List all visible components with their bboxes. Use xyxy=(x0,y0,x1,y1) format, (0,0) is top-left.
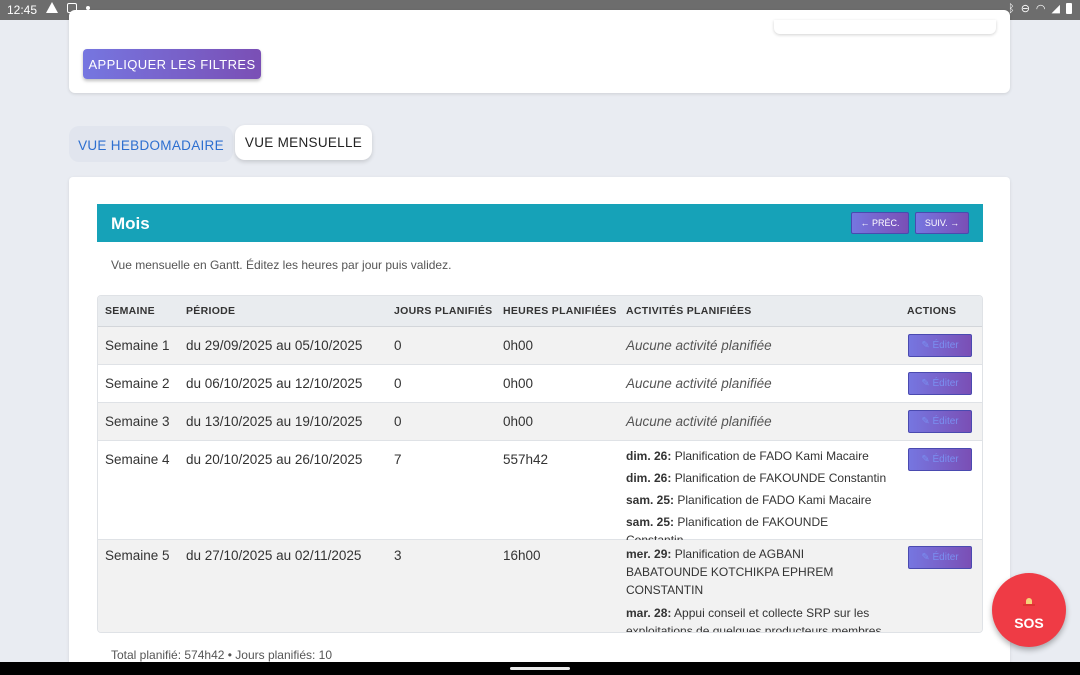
navigation-bar xyxy=(0,662,1080,675)
sos-button[interactable]: SOS xyxy=(992,573,1066,647)
home-handle[interactable] xyxy=(510,667,570,670)
next-month-button[interactable]: SUIV. → xyxy=(915,212,969,234)
cell-days: 3 xyxy=(394,548,402,563)
siren-icon xyxy=(1023,596,1035,606)
activity-list: mer. 29: Planification de AGBANI BABATOU… xyxy=(626,545,888,633)
table-header: SEMAINE PÉRIODE JOURS PLANIFIÉS HEURES P… xyxy=(98,296,982,327)
tab-weekly[interactable]: VUE HEBDOMADAIRE xyxy=(69,126,233,162)
table-row: Semaine 4 du 20/10/2025 au 26/10/2025 7 … xyxy=(98,441,982,547)
header-period: PÉRIODE xyxy=(186,305,236,317)
activity-item: dim. 26: Planification de FADO Kami Maca… xyxy=(626,449,869,463)
cell-hours: 0h00 xyxy=(503,338,534,353)
header-hours: HEURES PLANIFIÉES xyxy=(503,305,617,317)
filter-card: APPLIQUER LES FILTRES xyxy=(69,10,1010,93)
activity-list: dim. 26: Planification de FADO Kami Maca… xyxy=(626,447,888,547)
edit-button[interactable]: ✎ Éditer xyxy=(908,448,972,471)
cell-no-activity: Aucune activité planifiée xyxy=(626,338,772,353)
month-header: Mois ← PRÉC. SUIV. → xyxy=(97,204,983,242)
cell-period: du 29/09/2025 au 05/10/2025 xyxy=(186,338,363,353)
status-time: 12:45 xyxy=(7,3,38,17)
apply-filters-button[interactable]: APPLIQUER LES FILTRES xyxy=(83,49,261,79)
wifi-icon: ◠ xyxy=(1035,3,1046,15)
cell-days: 0 xyxy=(394,338,402,353)
cell-no-activity: Aucune activité planifiée xyxy=(626,414,772,429)
activity-item: mer. 29: Planification de AGBANI BABATOU… xyxy=(626,547,834,597)
header-actions: ACTIONS xyxy=(907,305,957,317)
activity-item: sam. 25: Planification de FADO Kami Maca… xyxy=(626,493,872,507)
header-week: SEMAINE xyxy=(105,305,155,317)
month-card: Mois ← PRÉC. SUIV. → Vue mensuelle en Ga… xyxy=(69,177,1010,675)
weeks-table: SEMAINE PÉRIODE JOURS PLANIFIÉS HEURES P… xyxy=(97,295,983,633)
edit-button[interactable]: ✎ Éditer xyxy=(908,410,972,433)
table-row: Semaine 2 du 06/10/2025 au 12/10/2025 0 … xyxy=(98,365,982,403)
edit-button[interactable]: ✎ Éditer xyxy=(908,546,972,569)
cell-period: du 13/10/2025 au 19/10/2025 xyxy=(186,414,363,429)
header-activities: ACTIVITÉS PLANIFIÉES xyxy=(626,305,752,317)
edit-button[interactable]: ✎ Éditer xyxy=(908,334,972,357)
cell-period: du 20/10/2025 au 26/10/2025 xyxy=(186,452,363,467)
prev-month-button[interactable]: ← PRÉC. xyxy=(851,212,909,234)
cell-hours: 0h00 xyxy=(503,376,534,391)
warning-icon xyxy=(46,2,58,13)
tab-monthly[interactable]: VUE MENSUELLE xyxy=(235,125,372,160)
table-row: Semaine 1 du 29/09/2025 au 05/10/2025 0 … xyxy=(98,327,982,365)
cell-hours: 0h00 xyxy=(503,414,534,429)
cell-week: Semaine 1 xyxy=(105,338,170,353)
cell-week: Semaine 3 xyxy=(105,414,170,429)
activity-item: mar. 28: Appui conseil et collecte SRP s… xyxy=(626,606,882,633)
cell-days: 0 xyxy=(394,376,402,391)
table-row: Semaine 5 du 27/10/2025 au 02/11/2025 3 … xyxy=(98,540,982,633)
cell-week: Semaine 2 xyxy=(105,376,170,391)
activity-item: dim. 26: Planification de FAKOUNDE Const… xyxy=(626,471,887,485)
filter-field[interactable] xyxy=(774,20,996,34)
cell-no-activity: Aucune activité planifiée xyxy=(626,376,772,391)
dnd-icon: ⊖ xyxy=(1020,3,1030,15)
cell-days: 0 xyxy=(394,414,402,429)
notification-dot-icon xyxy=(86,5,90,10)
cell-days: 7 xyxy=(394,452,402,467)
cell-hours: 557h42 xyxy=(503,452,549,467)
cell-period: du 27/10/2025 au 02/11/2025 xyxy=(186,548,362,563)
battery-icon xyxy=(1066,3,1072,14)
month-title: Mois xyxy=(111,214,150,233)
edit-button[interactable]: ✎ Éditer xyxy=(908,372,972,395)
cell-hours: 16h00 xyxy=(503,548,541,563)
total-summary: Total planifié: 574h42 • Jours planifiés… xyxy=(111,648,333,662)
cell-week: Semaine 5 xyxy=(105,548,170,563)
table-row: Semaine 3 du 13/10/2025 au 19/10/2025 0 … xyxy=(98,403,982,441)
header-days: JOURS PLANIFIÉS xyxy=(394,305,493,317)
month-subtitle: Vue mensuelle en Gantt. Éditez les heure… xyxy=(111,258,452,272)
sos-label: SOS xyxy=(1014,615,1044,631)
cell-week: Semaine 4 xyxy=(105,452,170,467)
activity-item: sam. 25: Planification de FAKOUNDE Const… xyxy=(626,515,829,547)
cell-period: du 06/10/2025 au 12/10/2025 xyxy=(186,376,363,391)
signal-icon: ◢ xyxy=(1051,3,1060,15)
